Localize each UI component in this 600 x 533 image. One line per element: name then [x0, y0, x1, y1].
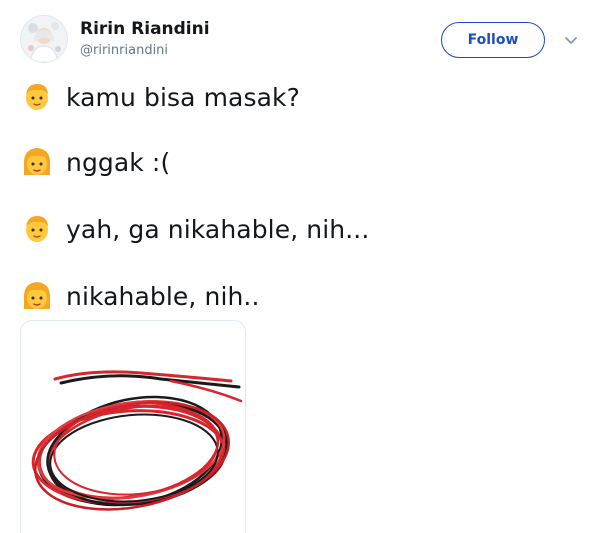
dialogue-line-4: nikahable, nih..: [20, 279, 260, 313]
author-handle[interactable]: @ririnriandini: [80, 43, 168, 58]
dialogue-line-1: kamu bisa masak?: [20, 80, 300, 114]
man-emoji-icon: [26, 216, 48, 242]
dialogue-text: kamu bisa masak?: [66, 82, 300, 112]
dialogue-text: nggak :(: [66, 147, 171, 177]
dialogue-line-3: yah, ga nikahable, nih...: [20, 212, 369, 246]
avatar-icon: [21, 16, 67, 62]
woman-emoji-icon: [23, 282, 51, 309]
dialogue-line-2: nggak :(: [20, 145, 170, 179]
dialogue-text: yah, ga nikahable, nih...: [66, 214, 370, 244]
chevron-down-icon[interactable]: [563, 32, 579, 48]
man-emoji-icon: [26, 84, 48, 110]
tweet: Ririn Riandini @ririnriandini Follow kam…: [0, 0, 600, 533]
red-black-cable-coil-image: [21, 321, 245, 533]
avatar[interactable]: [20, 15, 68, 63]
follow-button[interactable]: Follow: [441, 22, 545, 58]
tweet-media-image[interactable]: [20, 320, 246, 533]
woman-emoji-icon: [23, 148, 51, 175]
dialogue-text: nikahable, nih..: [66, 281, 260, 311]
author-name[interactable]: Ririn Riandini: [80, 19, 210, 39]
